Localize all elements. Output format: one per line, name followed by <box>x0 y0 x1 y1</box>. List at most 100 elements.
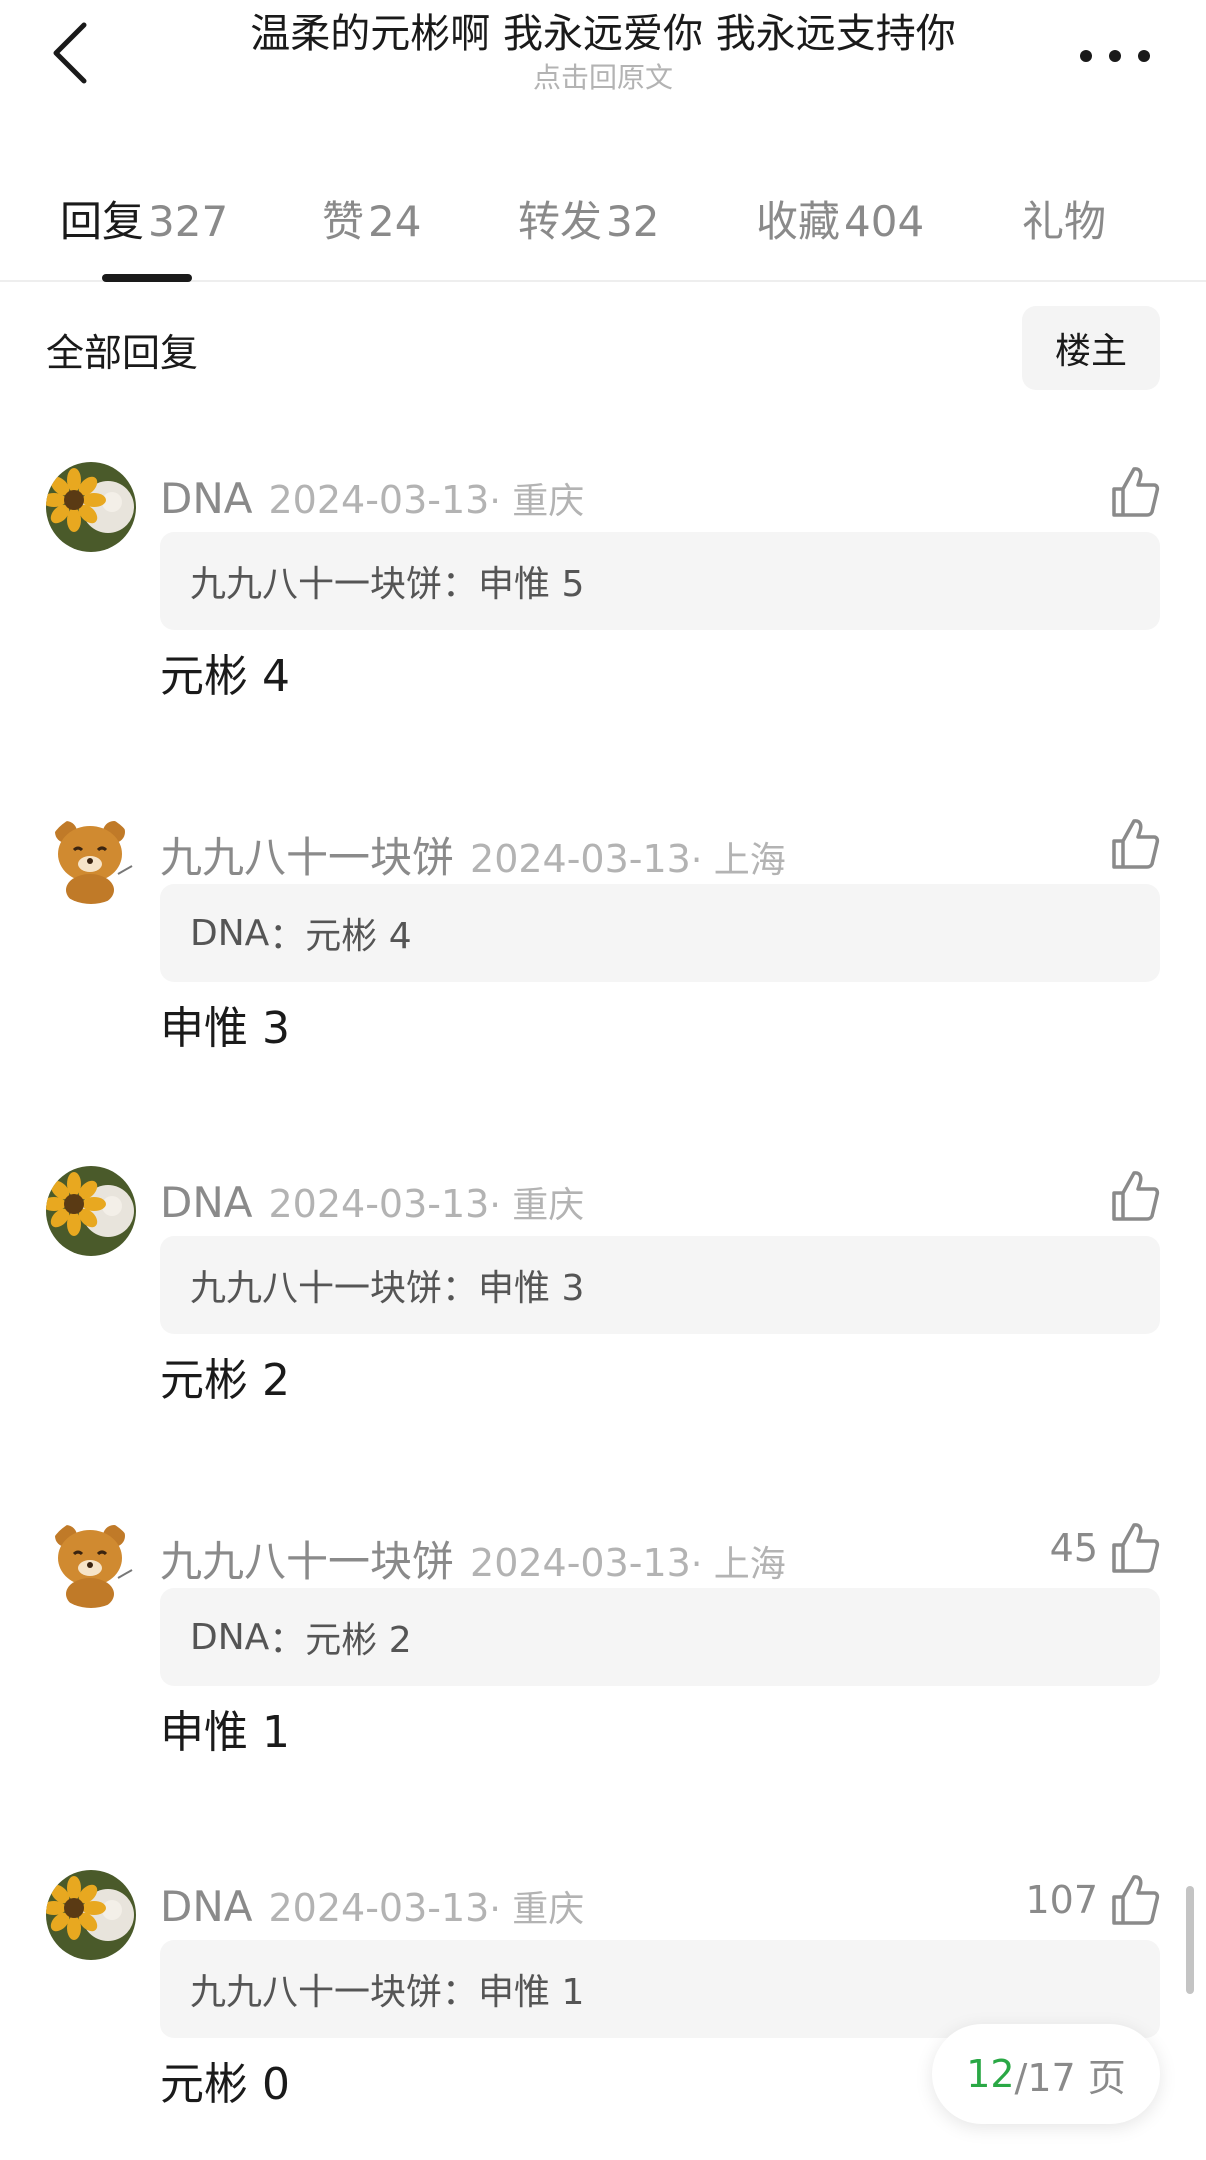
comment-meta: DNA 2024-03-13· 重庆 <box>160 472 584 524</box>
quoted-reply[interactable]: 九九八十一块饼：申惟 5 <box>160 532 1160 630</box>
comment-location: · 重庆 <box>489 1889 585 1930</box>
comment-location: · 上海 <box>690 1544 786 1585</box>
tab-count: 32 <box>606 197 660 246</box>
username[interactable]: DNA <box>160 1178 253 1227</box>
thumbs-up-icon <box>1112 1523 1160 1573</box>
sunflower-avatar-icon <box>46 462 136 552</box>
sunflower-avatar-icon <box>46 1166 136 1256</box>
tab-likes[interactable]: 赞24 <box>322 188 421 249</box>
comment-item[interactable]: 九九八十一块饼 2024-03-13· 上海 45 DNA：元彬 2 申惟 1 <box>0 1518 1206 1848</box>
avatar[interactable] <box>46 1518 136 1608</box>
tab-reposts[interactable]: 转发32 <box>518 188 659 249</box>
quoted-reply[interactable]: DNA：元彬 4 <box>160 884 1160 982</box>
comment-date: 2024-03-13 <box>470 1541 691 1585</box>
username[interactable]: DNA <box>160 1882 253 1931</box>
tab-label: 礼物 <box>1022 197 1107 246</box>
more-dot <box>1109 50 1121 62</box>
quoted-reply[interactable]: DNA：元彬 2 <box>160 1588 1160 1686</box>
quote-separator: ： <box>442 1972 479 2013</box>
quote-separator: ： <box>269 1620 306 1661</box>
sunflower-avatar-icon <box>46 1870 136 1960</box>
thumbs-up-icon <box>1112 1171 1160 1221</box>
quote-user: 九九八十一块饼 <box>190 564 443 605</box>
bear-avatar-icon <box>46 1518 136 1608</box>
tab-count: 404 <box>844 197 925 246</box>
chevron-left-icon <box>53 22 87 84</box>
tab-label: 回复 <box>60 197 145 246</box>
tab-count: 327 <box>148 197 229 246</box>
comment-date: 2024-03-13 <box>268 478 490 522</box>
avatar[interactable] <box>46 1166 136 1256</box>
quote-text: 申惟 3 <box>478 1268 585 1309</box>
comment-text: 申惟 3 <box>160 1003 290 1054</box>
username[interactable]: 九九八十一块饼 <box>160 833 454 882</box>
avatar[interactable] <box>46 1870 136 1960</box>
comment-text: 申惟 1 <box>160 1707 290 1758</box>
quote-text: 元彬 4 <box>305 916 412 957</box>
quote-user: DNA <box>190 912 270 954</box>
comment-item[interactable]: 九九八十一块饼 2024-03-13· 上海 DNA：元彬 4 申惟 3 <box>0 814 1206 1144</box>
comment-date: 2024-03-13 <box>470 837 691 881</box>
bear-avatar-icon <box>46 814 136 904</box>
page-current: 12 <box>966 2052 1015 2096</box>
quoted-reply[interactable]: 九九八十一块饼：申惟 3 <box>160 1236 1160 1334</box>
quote-separator: ： <box>442 1268 479 1309</box>
tab-bar: 回复327 赞24 转发32 收藏404 礼物 <box>0 170 1206 282</box>
like-button[interactable]: 45 <box>1050 1518 1160 1578</box>
quote-user: 九九八十一块饼 <box>190 1972 443 2013</box>
quote-text: 申惟 5 <box>478 564 585 605</box>
page-indicator[interactable]: 12/17 页 <box>932 2024 1160 2124</box>
quote-separator: ： <box>442 564 479 605</box>
like-count: 107 <box>1025 1878 1098 1922</box>
all-replies-label: 全部回复 <box>46 331 199 375</box>
tab-replies[interactable]: 回复327 <box>60 188 228 249</box>
comment-item[interactable]: DNA 2024-03-13· 重庆 九九八十一块饼：申惟 5 元彬 4 <box>0 462 1206 792</box>
tab-gifts[interactable]: 礼物 <box>1022 188 1106 249</box>
username[interactable]: 九九八十一块饼 <box>160 1537 454 1586</box>
page-total: /17 页 <box>1014 2055 1126 2100</box>
active-tab-indicator <box>102 274 192 282</box>
back-button[interactable] <box>40 18 100 88</box>
op-only-button[interactable]: 楼主 <box>1022 306 1160 390</box>
quote-separator: ： <box>269 916 306 957</box>
like-button[interactable]: 107 <box>1025 1870 1160 1930</box>
filter-row: 全部回复 楼主 <box>0 300 1206 390</box>
like-button[interactable] <box>1098 462 1160 522</box>
comment-location: · 重庆 <box>489 1185 585 1226</box>
more-dot <box>1138 50 1150 62</box>
comment-meta: DNA 2024-03-13· 重庆 <box>160 1880 584 1932</box>
comment-meta: 九九八十一块饼 2024-03-13· 上海 <box>160 824 786 885</box>
thumbs-up-icon <box>1112 1875 1160 1925</box>
tab-label: 收藏 <box>756 197 841 246</box>
more-button[interactable] <box>1080 36 1150 76</box>
like-button[interactable] <box>1098 1166 1160 1226</box>
tab-label: 转发 <box>518 197 603 246</box>
comment-item[interactable]: DNA 2024-03-13· 重庆 九九八十一块饼：申惟 3 元彬 2 <box>0 1166 1206 1496</box>
post-title[interactable]: 温柔的元彬啊 我永远爱你 我永远支持你 <box>150 8 1056 60</box>
quote-user: DNA <box>190 1616 270 1658</box>
thumbs-up-icon <box>1112 819 1160 869</box>
comment-text: 元彬 2 <box>160 1355 290 1406</box>
avatar[interactable] <box>46 462 136 552</box>
tab-favorites[interactable]: 收藏404 <box>756 188 924 249</box>
tab-label: 赞 <box>322 197 365 246</box>
like-count: 45 <box>1049 1526 1098 1570</box>
quote-text: 申惟 1 <box>478 1972 585 2013</box>
quote-user: 九九八十一块饼 <box>190 1268 443 1309</box>
comment-text: 元彬 0 <box>160 2059 290 2110</box>
comment-meta: 九九八十一块饼 2024-03-13· 上海 <box>160 1528 786 1589</box>
back-to-original-link[interactable]: 点击回原文 <box>150 60 1056 96</box>
like-button[interactable] <box>1098 814 1160 874</box>
more-dot <box>1080 50 1092 62</box>
quote-text: 元彬 2 <box>305 1620 412 1661</box>
comment-date: 2024-03-13 <box>268 1182 490 1226</box>
comment-meta: DNA 2024-03-13· 重庆 <box>160 1176 584 1228</box>
username[interactable]: DNA <box>160 474 253 523</box>
title-block[interactable]: 温柔的元彬啊 我永远爱你 我永远支持你 点击回原文 <box>150 8 1056 96</box>
top-bar: 温柔的元彬啊 我永远爱你 我永远支持你 点击回原文 <box>0 0 1206 110</box>
comment-location: · 上海 <box>690 840 786 881</box>
tab-count: 24 <box>368 197 422 246</box>
avatar[interactable] <box>46 814 136 904</box>
scrollbar[interactable] <box>1186 1886 1194 1994</box>
thumbs-up-icon <box>1112 467 1160 517</box>
